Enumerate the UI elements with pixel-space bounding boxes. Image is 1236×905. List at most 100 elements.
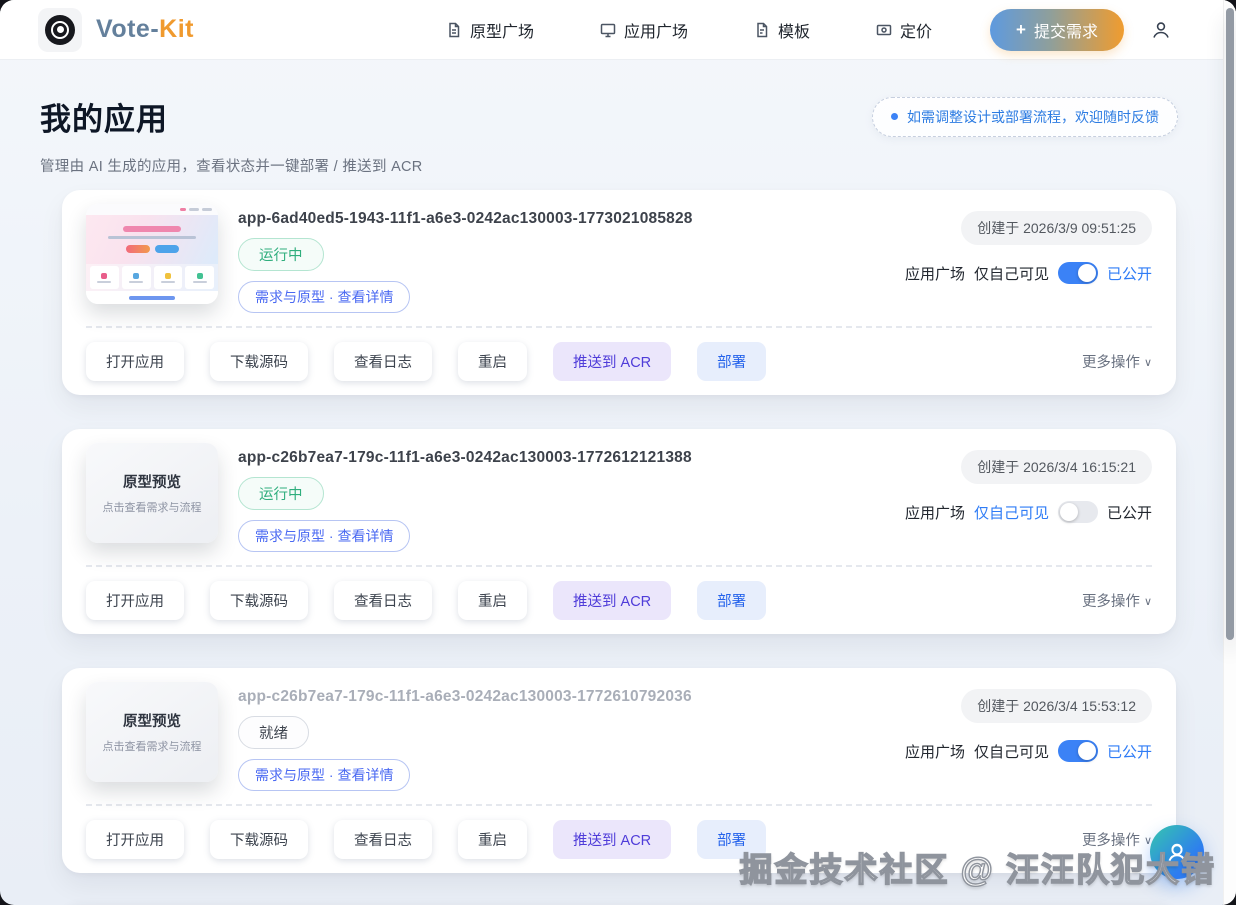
- restart-button[interactable]: 重启: [458, 820, 527, 859]
- thumb-decor: [86, 204, 218, 215]
- main-nav: 原型广场 应用广场 模板 定价: [446, 18, 932, 42]
- private-label: 仅自己可见: [974, 502, 1049, 523]
- scrollbar-track[interactable]: [1223, 0, 1236, 905]
- thumb-decor: [123, 226, 181, 232]
- open-app-button[interactable]: 打开应用: [86, 342, 184, 381]
- brand-name: Vote-Kit: [96, 15, 194, 44]
- feedback-note-text: 如需调整设计或部署流程，欢迎随时反馈: [907, 107, 1159, 127]
- nav-item-prototype-market[interactable]: 原型广场: [446, 18, 534, 42]
- visibility-toggle[interactable]: [1058, 262, 1098, 284]
- open-app-button[interactable]: 打开应用: [86, 820, 184, 859]
- created-time-badge: 创建于 2026/3/9 09:51:25: [961, 211, 1152, 245]
- private-label: 仅自己可见: [974, 263, 1049, 284]
- preview-title: 原型预览: [123, 471, 181, 492]
- brand-logo-icon: [38, 8, 82, 52]
- deploy-button[interactable]: 部署: [697, 342, 766, 381]
- view-logs-button[interactable]: 查看日志: [334, 581, 432, 620]
- thumb-decor: [185, 266, 214, 289]
- thumb-decor: [86, 291, 218, 304]
- app-card: 原型预览 点击查看需求与流程 app-c26b7ea7-179c-11f1-a6…: [62, 668, 1176, 873]
- thumb-decor: [180, 208, 186, 211]
- restart-button[interactable]: 重启: [458, 342, 527, 381]
- visibility-toggle[interactable]: [1058, 501, 1098, 523]
- more-actions-label: 更多操作: [1082, 829, 1140, 850]
- page-title: 我的应用: [40, 94, 168, 139]
- chevron-down-icon: ∨: [1144, 356, 1152, 369]
- created-time-badge: 创建于 2026/3/4 15:53:12: [961, 689, 1152, 723]
- more-actions-button[interactable]: 更多操作 ∨: [1082, 590, 1152, 611]
- logo-dot: [57, 26, 64, 33]
- nav-item-templates[interactable]: 模板: [754, 18, 810, 42]
- open-app-button[interactable]: 打开应用: [86, 581, 184, 620]
- visibility-row: 应用广场 仅自己可见 已公开: [905, 262, 1152, 284]
- thumb-decor: [86, 264, 218, 291]
- more-actions-button[interactable]: 更多操作∨: [1082, 829, 1152, 850]
- app-id: app-c26b7ea7-179c-11f1-a6e3-0242ac130003…: [238, 688, 692, 706]
- thumb-decor: [90, 266, 119, 289]
- download-source-button[interactable]: 下载源码: [210, 820, 308, 859]
- thumb-decor: [86, 215, 218, 264]
- nav-label: 应用广场: [624, 18, 688, 42]
- more-actions-label: 更多操作: [1082, 351, 1140, 372]
- nav-item-app-market[interactable]: 应用广场: [600, 18, 688, 42]
- more-actions-label: 更多操作: [1082, 590, 1140, 611]
- monitor-icon: [600, 22, 616, 38]
- user-icon[interactable]: [1150, 19, 1172, 41]
- brand[interactable]: Vote-Kit: [38, 8, 194, 52]
- preview-subtitle: 点击查看需求与流程: [103, 738, 202, 754]
- status-badge: 运行中: [238, 477, 324, 510]
- marketplace-label: 应用广场: [905, 741, 965, 762]
- chevron-down-icon: ∨: [1144, 595, 1152, 608]
- nav-label: 定价: [900, 18, 932, 42]
- push-acr-button[interactable]: 推送到 ACR: [553, 342, 671, 381]
- deploy-button[interactable]: 部署: [697, 820, 766, 859]
- view-logs-button[interactable]: 查看日志: [334, 342, 432, 381]
- divider: [86, 565, 1152, 567]
- more-actions-button[interactable]: 更多操作 ∨: [1082, 351, 1152, 372]
- download-source-button[interactable]: 下载源码: [210, 342, 308, 381]
- detail-link-badge[interactable]: 需求与原型 · 查看详情: [238, 520, 410, 552]
- document-icon: [446, 22, 462, 38]
- submit-request-button[interactable]: + 提交需求: [990, 9, 1124, 51]
- scrollbar-thumb[interactable]: [1226, 8, 1234, 640]
- page-subtitle: 管理由 AI 生成的应用，查看状态并一键部署 / 推送到 ACR: [40, 155, 1178, 176]
- thumb-decor: [122, 266, 151, 289]
- nav-item-pricing[interactable]: 定价: [876, 18, 932, 42]
- detail-link-badge[interactable]: 需求与原型 · 查看详情: [238, 281, 410, 313]
- prototype-preview[interactable]: 原型预览 点击查看需求与流程: [86, 682, 218, 782]
- logo-circle: [45, 15, 75, 45]
- top-nav: Vote-Kit 原型广场 应用广场 模板 定价 + 提交需求: [0, 0, 1236, 60]
- divider: [86, 804, 1152, 806]
- push-acr-button[interactable]: 推送到 ACR: [553, 820, 671, 859]
- app-card: 原型预览 点击查看需求与流程 app-c26b7ea7-179c-11f1-a6…: [62, 429, 1176, 634]
- divider: [86, 326, 1152, 328]
- view-logs-button[interactable]: 查看日志: [334, 820, 432, 859]
- visibility-toggle[interactable]: [1058, 740, 1098, 762]
- app-card-list: app-6ad40ed5-1943-11f1-a6e3-0242ac130003…: [62, 190, 1176, 905]
- toggle-knob: [1078, 742, 1096, 760]
- preview-subtitle: 点击查看需求与流程: [103, 499, 202, 515]
- restart-button[interactable]: 重启: [458, 581, 527, 620]
- prototype-preview[interactable]: 原型预览 点击查看需求与流程: [86, 443, 218, 543]
- thumb-decor: [126, 245, 179, 253]
- private-label: 仅自己可见: [974, 741, 1049, 762]
- main-content: 我的应用 如需调整设计或部署流程，欢迎随时反馈 管理由 AI 生成的应用，查看状…: [0, 60, 1236, 905]
- thumb-decor: [129, 296, 175, 300]
- app-thumbnail[interactable]: [86, 204, 218, 304]
- feedback-note: 如需调整设计或部署流程，欢迎随时反馈: [872, 97, 1178, 137]
- status-badge: 运行中: [238, 238, 324, 271]
- created-time-badge: 创建于 2026/3/4 16:15:21: [961, 450, 1152, 484]
- detail-link-badge[interactable]: 需求与原型 · 查看详情: [238, 759, 410, 791]
- download-source-button[interactable]: 下载源码: [210, 581, 308, 620]
- brand-name-secondary: Kit: [159, 15, 194, 43]
- support-float-button[interactable]: [1150, 825, 1204, 879]
- submit-request-label: 提交需求: [1034, 18, 1098, 42]
- thumb-decor: [189, 208, 199, 211]
- toggle-knob: [1078, 264, 1096, 282]
- thumb-decor: [202, 208, 212, 211]
- deploy-button[interactable]: 部署: [697, 581, 766, 620]
- status-badge: 就绪: [238, 716, 309, 749]
- thumb-decor: [154, 266, 183, 289]
- marketplace-label: 应用广场: [905, 502, 965, 523]
- push-acr-button[interactable]: 推送到 ACR: [553, 581, 671, 620]
